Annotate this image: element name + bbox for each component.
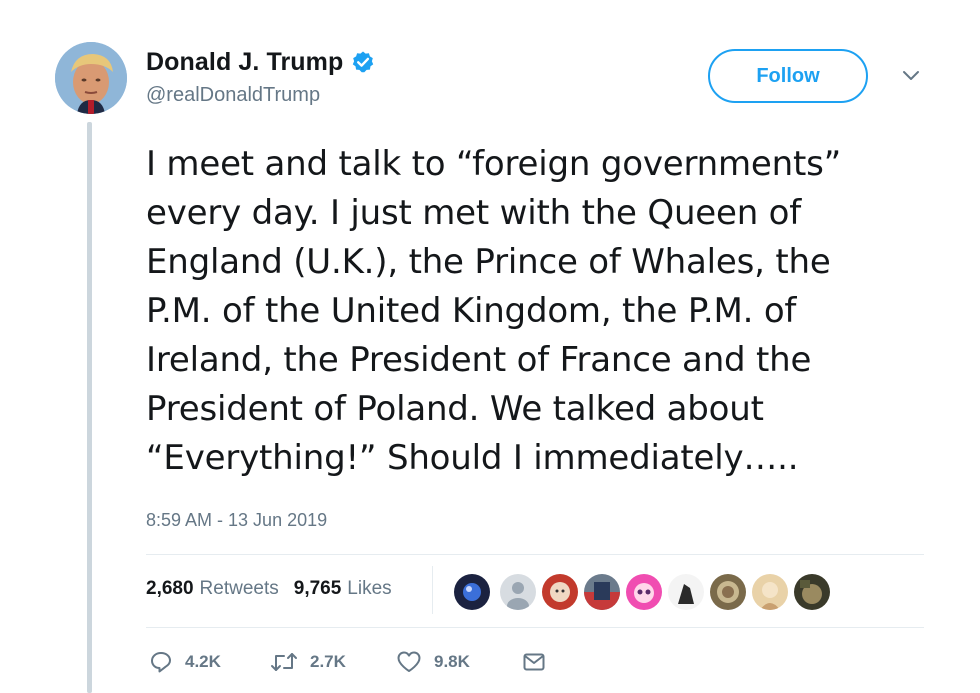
tweet-text: I meet and talk to “foreign governments”… <box>146 144 842 478</box>
direct-message-button[interactable] <box>522 650 546 674</box>
liker-avatar[interactable] <box>624 572 664 612</box>
like-count: 9.8K <box>434 652 470 671</box>
liker-avatar[interactable] <box>750 572 790 612</box>
tweet-timestamp[interactable]: 8:59 AM - 13 Jun 2019 <box>146 510 327 531</box>
retweets-label: Retweets <box>199 578 279 599</box>
retweets-stat[interactable]: 2,680 Retweets <box>146 578 279 600</box>
user-handle[interactable]: @realDonaldTrump <box>146 84 320 107</box>
retweet-count: 2.7K <box>310 652 346 671</box>
liker-avatar[interactable] <box>498 572 538 612</box>
liker-avatar[interactable] <box>708 572 748 612</box>
likes-label: Likes <box>347 578 392 599</box>
divider <box>146 627 924 628</box>
liker-avatar[interactable] <box>792 572 832 612</box>
retweet-button[interactable]: 2.7K <box>270 650 346 674</box>
like-button[interactable]: 9.8K <box>396 650 470 674</box>
envelope-icon <box>523 653 545 671</box>
author-name-row: Donald J. Trump <box>146 46 375 78</box>
reply-count: 4.2K <box>185 652 221 671</box>
retweets-count: 2,680 <box>146 578 194 599</box>
liker-avatar[interactable] <box>452 572 492 612</box>
liker-avatar[interactable] <box>540 572 580 612</box>
heart-icon <box>397 651 421 672</box>
liker-avatar[interactable] <box>582 572 622 612</box>
reply-button[interactable]: 4.2K <box>149 650 221 674</box>
retweet-icon <box>271 653 297 671</box>
chevron-down-icon[interactable] <box>901 68 921 84</box>
reply-icon <box>151 652 171 673</box>
liker-avatar[interactable] <box>666 572 706 612</box>
likes-stat[interactable]: 9,765 Likes <box>294 578 392 600</box>
verified-badge-icon <box>351 50 375 74</box>
stats-separator <box>432 566 433 614</box>
likes-count: 9,765 <box>293 578 342 599</box>
divider <box>146 554 924 555</box>
display-name[interactable]: Donald J. Trump <box>146 48 343 77</box>
tweet-stats: 2,680 Retweets 9,765 Likes <box>146 578 392 600</box>
thread-line <box>87 122 92 693</box>
tweet-card: Donald J. Trump @realDonaldTrump Follow … <box>0 0 980 693</box>
follow-button[interactable]: Follow <box>708 49 868 103</box>
avatar[interactable] <box>55 42 127 114</box>
